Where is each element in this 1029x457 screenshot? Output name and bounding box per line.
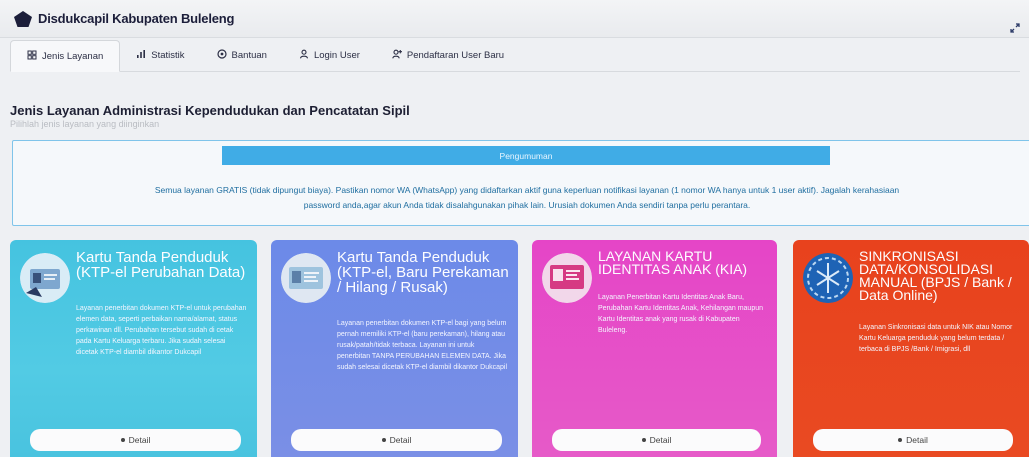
card-title: LAYANAN KARTU IDENTITAS ANAK (KIA)	[598, 248, 748, 277]
app-title: Disdukcapil Kabupaten Buleleng	[38, 11, 235, 26]
tab-label: Login User	[313, 50, 360, 61]
user-icon	[299, 49, 309, 62]
announcement-text: Semua layanan GRATIS (tidak dipungut bia…	[27, 183, 1027, 213]
kia-card-illustration-icon	[542, 253, 592, 303]
tab-login-user[interactable]: Login User	[283, 40, 376, 71]
card-description: Layanan penerbitan dokumen KTP-el untuk …	[76, 305, 247, 356]
eye-icon	[381, 438, 386, 442]
card-title: SINKRONISASI DATA/KONSOLIDASI MANUAL (BP…	[859, 248, 1012, 303]
ktp-card-illustration-icon	[20, 253, 70, 303]
detail-button[interactable]: Detail	[552, 429, 761, 451]
card-title: Kartu Tanda Penduduk (KTP-el Perubahan D…	[76, 249, 246, 281]
eye-icon	[120, 438, 125, 442]
bar-chart-icon	[136, 49, 146, 62]
eye-icon	[641, 438, 646, 442]
ktp-card-illustration-icon	[281, 253, 331, 303]
detail-button-label: Detail	[128, 435, 151, 445]
service-card-ktp-perubahan-data[interactable]: Kartu Tanda Penduduk (KTP-el Perubahan D…	[10, 240, 257, 457]
pentagon-logo-icon	[12, 9, 34, 29]
tab-statistik[interactable]: Statistik	[120, 40, 200, 71]
tab-bantuan[interactable]: Bantuan	[201, 40, 283, 71]
detail-button[interactable]: Detail	[813, 429, 1013, 451]
grid-icon	[27, 50, 37, 63]
sync-pattern-icon	[803, 253, 853, 303]
eye-icon	[898, 438, 903, 442]
card-description: Layanan Sinkronisasi data untuk NIK atau…	[859, 324, 1013, 353]
help-circle-icon	[216, 49, 227, 62]
announcement-panel: Pengumuman Semua layanan GRATIS (tidak d…	[12, 140, 1029, 226]
detail-button[interactable]: Detail	[30, 429, 241, 451]
expand-arrows-icon[interactable]	[1009, 22, 1021, 34]
detail-button-label: Detail	[389, 435, 412, 445]
service-card-ktp-baru-hilang-rusak[interactable]: Kartu Tanda Penduduk (KTP-el, Baru Perek…	[271, 240, 518, 457]
detail-button-label: Detail	[906, 435, 928, 445]
tab-label: Statistik	[151, 50, 185, 61]
tab-label: Pendaftaran User Baru	[406, 50, 505, 61]
tab-jenis-layanan[interactable]: Jenis Layanan	[10, 40, 121, 72]
card-title: Kartu Tanda Penduduk (KTP-el, Baru Perek…	[337, 249, 509, 296]
announcement-line: password anda,agar akun Anda tidak disal…	[303, 200, 751, 210]
card-description: Layanan Penerbitan Kartu Identitas Anak …	[598, 294, 764, 334]
tab-bar: Jenis Layanan Statistik Bantuan Login Us…	[10, 40, 1020, 72]
tab-label: Jenis Layanan	[42, 50, 104, 62]
page-title: Jenis Layanan Administrasi Kependudukan …	[10, 103, 410, 118]
card-description: Layanan penerbitan dokumen KTP-el bagi y…	[337, 320, 508, 371]
user-plus-icon	[392, 49, 402, 62]
tab-label: Bantuan	[231, 50, 267, 61]
app-header: Disdukcapil Kabupaten Buleleng	[0, 0, 1029, 38]
service-card-kia[interactable]: LAYANAN KARTU IDENTITAS ANAK (KIA) Layan…	[532, 240, 777, 457]
announcement-line: Semua layanan GRATIS (tidak dipungut bia…	[154, 185, 900, 195]
service-card-sinkronisasi-data[interactable]: SINKRONISASI DATA/KONSOLIDASI MANUAL (BP…	[793, 240, 1029, 457]
detail-button[interactable]: Detail	[291, 429, 502, 451]
tab-pendaftaran-user-baru[interactable]: Pendaftaran User Baru	[376, 40, 520, 71]
detail-button-label: Detail	[649, 435, 672, 445]
page-subtitle: Pilihlah jenis layanan yang diinginkan	[10, 119, 160, 129]
announcement-header: Pengumuman	[222, 146, 830, 165]
